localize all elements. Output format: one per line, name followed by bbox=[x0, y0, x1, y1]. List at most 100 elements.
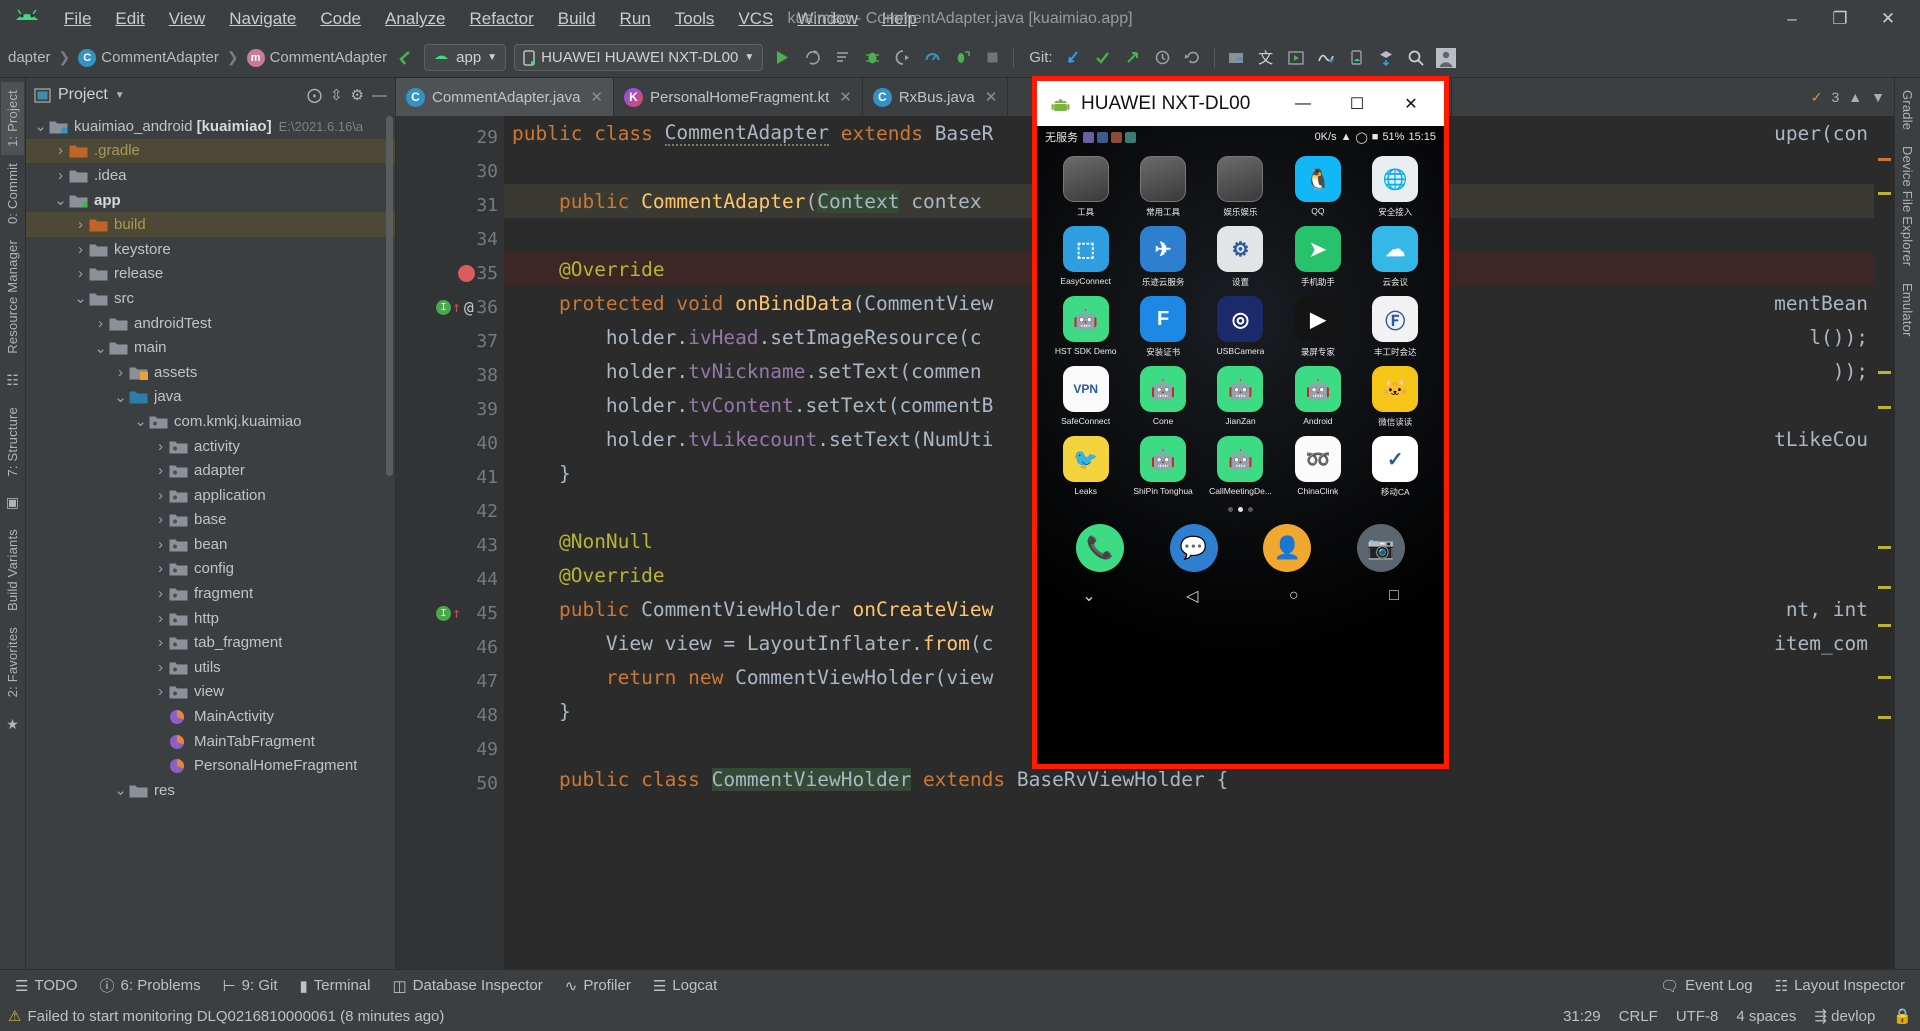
app-icon-cell[interactable]: 🤖 CallMeetingDe... bbox=[1207, 436, 1273, 498]
chevron-down-icon[interactable]: ⌄ bbox=[32, 117, 49, 135]
device-mirror-maximize-button[interactable]: ☐ bbox=[1330, 81, 1384, 126]
gutter-line-42[interactable]: 42 bbox=[396, 494, 504, 528]
chevron-down-icon[interactable]: ▼ bbox=[1871, 89, 1885, 105]
camera-dock-icon[interactable]: 📷 bbox=[1357, 524, 1406, 572]
menu-edit[interactable]: Edit bbox=[103, 6, 156, 32]
window-minimize-button[interactable]: – bbox=[1768, 0, 1816, 38]
app-launcher-icon[interactable]: ✓ bbox=[1372, 436, 1419, 482]
device-file-explorer-button[interactable] bbox=[1342, 44, 1370, 72]
project-tree[interactable]: ⌄ kuaimiao_android [kuaimiao] E:\2021.6.16… bbox=[26, 112, 395, 969]
menu-analyze[interactable]: Analyze bbox=[373, 6, 457, 32]
chevron-up-icon[interactable]: ▲ bbox=[1848, 89, 1862, 105]
menu-window[interactable]: Window bbox=[785, 6, 869, 32]
page-dot[interactable] bbox=[1248, 507, 1253, 512]
tree-node-assets[interactable]: › assets bbox=[26, 360, 395, 385]
messages-dock-icon[interactable]: 💬 bbox=[1169, 524, 1218, 572]
app-icon-cell[interactable]: 🌐 安全接入 bbox=[1362, 156, 1428, 218]
app-icon-cell[interactable]: 🤖 Cone bbox=[1130, 366, 1196, 428]
menu-file[interactable]: File bbox=[52, 6, 103, 32]
app-launcher-icon[interactable]: 🤖 bbox=[1217, 436, 1264, 482]
chevron-right-icon[interactable]: › bbox=[152, 511, 169, 528]
app-icon-cell[interactable]: ➿ ChinaClink bbox=[1285, 436, 1351, 498]
lock-icon[interactable]: 🔒 bbox=[1893, 1007, 1912, 1025]
gutter-line-38[interactable]: 38 bbox=[396, 358, 504, 392]
tree-node-main[interactable]: ⌄ main bbox=[26, 335, 395, 360]
gutter-line-45[interactable]: I ↑ 45 bbox=[396, 596, 504, 630]
collapse-all-icon[interactable]: ⇳ bbox=[330, 86, 343, 104]
select-opened-file-icon[interactable]: ⨀ bbox=[307, 86, 322, 104]
gutter-line-36[interactable]: I ↑ @36 bbox=[396, 290, 504, 324]
indent-setting[interactable]: 4 spaces bbox=[1736, 1008, 1796, 1025]
chevron-right-icon[interactable]: › bbox=[152, 560, 169, 577]
settings-icon[interactable]: ⚙ bbox=[351, 86, 364, 104]
tree-node-com.kmkj.kuaimiao[interactable]: ⌄ com.kmkj.kuaimiao bbox=[26, 409, 395, 434]
chevron-down-icon[interactable]: ⌄ bbox=[52, 191, 69, 209]
device-mirror-close-button[interactable]: ✕ bbox=[1384, 81, 1438, 126]
close-icon[interactable]: ✕ bbox=[839, 88, 852, 106]
app-icon-cell[interactable]: 娱乐娱乐 bbox=[1207, 156, 1273, 218]
gutter-line-48[interactable]: 48 bbox=[396, 698, 504, 732]
phone-dock-icon[interactable]: 📞 bbox=[1075, 524, 1124, 572]
tree-node-mainactivity[interactable]: MainActivity bbox=[26, 704, 395, 729]
chevron-down-icon[interactable]: ⌄ bbox=[72, 289, 89, 307]
app-icon-cell[interactable]: ⚙ 设置 bbox=[1207, 226, 1273, 288]
tree-node-release[interactable]: › release bbox=[26, 262, 395, 287]
app-launcher-icon[interactable]: 🐱 bbox=[1372, 366, 1419, 412]
sidebar-item-commit[interactable]: 0: Commit bbox=[1, 155, 24, 232]
contacts-dock-icon[interactable]: 👤 bbox=[1263, 524, 1312, 572]
tree-node-personalhomefragment[interactable]: PersonalHomeFragment bbox=[26, 753, 395, 778]
app-launcher-icon[interactable]: ➤ bbox=[1294, 226, 1341, 272]
chevron-right-icon[interactable]: › bbox=[92, 315, 109, 332]
page-dot[interactable] bbox=[1228, 507, 1233, 512]
app-icon-cell[interactable]: 🤖 ShiPin Tonghua bbox=[1130, 436, 1196, 498]
gutter-line-35[interactable]: 35 bbox=[396, 256, 504, 290]
app-launcher-icon[interactable]: Ⓕ bbox=[1372, 296, 1419, 342]
sidebar-item-build-variants[interactable]: Build Variants bbox=[1, 521, 24, 619]
app-launcher-icon[interactable]: VPN bbox=[1062, 366, 1109, 412]
apply-changes-button[interactable] bbox=[798, 44, 826, 72]
app-launcher-icon[interactable]: 🤖 bbox=[1294, 366, 1341, 412]
breadcrumb[interactable]: dapter ❯ C CommentAdapter ❯ m CommentAda… bbox=[6, 48, 389, 67]
tree-node-base[interactable]: › base bbox=[26, 508, 395, 533]
bottom-item-event-log[interactable]: 🗨 Event Log bbox=[1651, 975, 1762, 997]
tab-personalhomefragment-kt[interactable]: K PersonalHomeFragment.kt ✕ bbox=[614, 78, 863, 116]
chevron-down-icon[interactable]: ⌄ bbox=[132, 412, 149, 430]
chevron-right-icon[interactable]: › bbox=[152, 536, 169, 553]
tree-node-bean[interactable]: › bean bbox=[26, 532, 395, 557]
app-icon-cell[interactable]: 工具 bbox=[1053, 156, 1119, 218]
sidebar-item-project[interactable]: 1: Project bbox=[1, 82, 24, 155]
chevron-right-icon[interactable]: › bbox=[152, 438, 169, 455]
app-launcher-icon[interactable]: 🐦 bbox=[1062, 436, 1109, 482]
chevron-down-icon[interactable]: ⌄ bbox=[112, 781, 129, 799]
tree-node-java[interactable]: ⌄ java bbox=[26, 385, 395, 410]
tree-node-config[interactable]: › config bbox=[26, 557, 395, 582]
gutter-line-41[interactable]: 41 bbox=[396, 460, 504, 494]
chevron-right-icon[interactable]: › bbox=[152, 659, 169, 676]
breadcrumb-item-0[interactable]: dapter bbox=[8, 49, 51, 66]
menu-vcs[interactable]: VCS bbox=[726, 6, 785, 32]
app-icon-cell[interactable]: ▶ 录屏专家 bbox=[1285, 296, 1351, 358]
tree-node-.gradle[interactable]: › .gradle bbox=[26, 138, 395, 164]
app-icon-cell[interactable]: 🐱 微信读读 bbox=[1362, 366, 1428, 428]
tree-node-keystore[interactable]: › keystore bbox=[26, 237, 395, 262]
close-icon[interactable]: ✕ bbox=[590, 88, 603, 106]
breadcrumb-item-1[interactable]: CommentAdapter bbox=[101, 49, 219, 66]
search-everywhere-button[interactable] bbox=[1402, 44, 1430, 72]
sidebar-item-resource-manager[interactable]: Resource Manager bbox=[1, 232, 24, 362]
attach-debugger-button[interactable] bbox=[888, 44, 916, 72]
tree-node-application[interactable]: › application bbox=[26, 483, 395, 508]
gutter-line-46[interactable]: 46 bbox=[396, 630, 504, 664]
gutter-line-31[interactable]: 31 bbox=[396, 188, 504, 222]
gutter-line-43[interactable]: 43 bbox=[396, 528, 504, 562]
gutter-line-40[interactable]: 40 bbox=[396, 426, 504, 460]
chevron-right-icon[interactable]: › bbox=[72, 216, 89, 233]
app-icon-cell[interactable]: ➤ 手机助手 bbox=[1285, 226, 1351, 288]
device-mirror-window[interactable]: HUAWEI NXT-DL00 — ☐ ✕ 无服务 0K/s ▲ ◯ ■ 51% bbox=[1032, 76, 1449, 769]
sidebar-item-structure[interactable]: 7: Structure bbox=[1, 399, 24, 485]
chevron-down-icon[interactable]: ⌄ bbox=[92, 339, 109, 357]
implementing-method-icon[interactable]: I bbox=[436, 299, 451, 315]
bottom-item-git[interactable]: ⊢ 9: Git bbox=[214, 975, 287, 997]
app-launcher-icon[interactable]: ▶ bbox=[1294, 296, 1341, 342]
app-icon-cell[interactable]: 🤖 Android bbox=[1285, 366, 1351, 428]
gutter-line-37[interactable]: 37 bbox=[396, 324, 504, 358]
